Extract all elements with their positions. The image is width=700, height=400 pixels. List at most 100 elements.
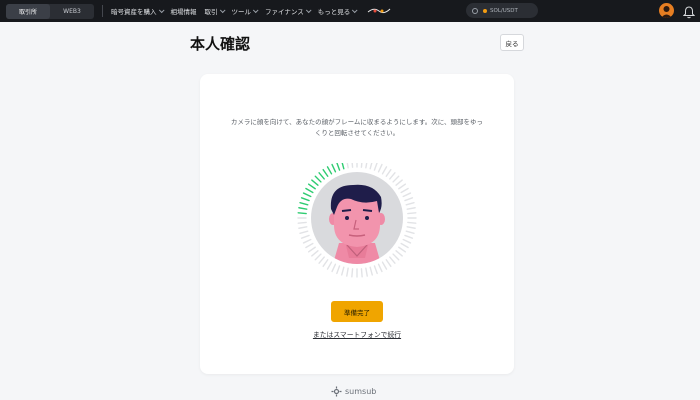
page-title: 本人確認	[190, 35, 251, 53]
ring-tick	[402, 238, 412, 244]
ring-tick	[346, 267, 349, 277]
ring-tick	[302, 192, 312, 198]
nav-trade[interactable]: 取引	[205, 6, 226, 16]
ring-tick	[395, 179, 403, 186]
ring-tick	[326, 261, 333, 270]
liveness-ring	[297, 158, 417, 278]
chevron-down-icon	[158, 7, 165, 14]
ring-tick	[341, 266, 345, 276]
sumsub-logo: sumsub	[331, 386, 376, 397]
ring-tick	[300, 234, 310, 239]
ring-tick	[360, 158, 363, 168]
ring-tick	[402, 192, 412, 198]
ring-tick	[392, 253, 400, 261]
chevron-down-icon	[352, 7, 358, 14]
instruction-text: カメラに顔を向けて、あなたの顔がフレームに収まるようにします。次に、頭部をゆっく…	[230, 118, 484, 137]
chevron-down-icon	[305, 7, 312, 14]
search-icon	[472, 7, 478, 14]
ring-tick	[381, 261, 388, 270]
top-nav: 取引所 WEB3 暗号資産を購入 相場情報 取引 ツール ファイナンス もっと見…	[0, 0, 700, 22]
ready-button[interactable]: 準備完了	[331, 301, 383, 322]
ring-tick	[322, 168, 329, 177]
ring-tick	[298, 207, 308, 210]
nav-more[interactable]: もっと見る	[317, 6, 358, 16]
ring-tick	[369, 160, 373, 170]
ring-tick	[369, 266, 373, 276]
ring-tick	[406, 226, 416, 229]
exchange-switcher: 取引所 WEB3	[6, 3, 94, 19]
ring-tick	[365, 159, 368, 169]
ring-tick	[385, 168, 392, 177]
ring-tick	[302, 238, 312, 244]
promo-logo-icon[interactable]	[366, 6, 392, 16]
ring-tick	[299, 202, 309, 206]
nav-more-label: もっと見る	[317, 8, 351, 16]
ring-tick	[331, 163, 337, 173]
ring-tick	[389, 256, 396, 264]
ring-tick	[407, 212, 417, 215]
market-search-input[interactable]: SOL/USDT	[466, 3, 538, 18]
continue-on-phone-link[interactable]: またはスマートフォンで続行	[305, 329, 409, 339]
coin-icon	[483, 8, 487, 13]
ring-tick	[392, 175, 400, 183]
ring-tick	[405, 230, 415, 234]
ring-tick	[398, 183, 407, 190]
ring-tick	[336, 265, 341, 275]
ring-tick	[400, 187, 409, 194]
ring-tick	[351, 158, 354, 168]
notification-bell-icon[interactable]	[682, 4, 696, 19]
face-illustration-icon	[329, 184, 385, 264]
back-button[interactable]: 戻る	[500, 34, 524, 51]
ring-tick	[311, 250, 319, 257]
ring-tick	[400, 242, 409, 249]
ring-tick	[377, 163, 383, 173]
nav-buy-crypto-label: 暗号資産を購入	[111, 8, 157, 16]
ring-tick	[300, 197, 310, 202]
ring-tick	[298, 226, 308, 229]
ring-tick	[311, 179, 319, 186]
search-pair-text: SOL/USDT	[490, 7, 518, 14]
ring-tick	[336, 161, 341, 171]
sumsub-wordmark: sumsub	[345, 387, 377, 396]
ring-tick	[404, 197, 414, 202]
ring-tick	[297, 212, 307, 215]
ring-tick	[307, 183, 316, 190]
face-capture-frame	[293, 158, 421, 283]
ring-tick	[404, 234, 414, 239]
ring-tick	[346, 159, 349, 169]
ring-tick	[385, 259, 392, 268]
segment-web3[interactable]: WEB3	[50, 4, 94, 19]
nav-finance-label: ファイナンス	[265, 8, 304, 16]
ring-tick	[331, 263, 337, 273]
nav-divider	[102, 5, 103, 17]
ring-tick	[299, 230, 309, 234]
ring-tick	[318, 172, 325, 180]
avatar[interactable]	[659, 3, 674, 18]
ring-tick	[373, 161, 378, 171]
ring-tick	[398, 246, 407, 253]
ring-tick	[341, 160, 345, 170]
nav-markets-label: 相場情報	[170, 8, 197, 16]
ring-tick	[377, 263, 383, 273]
ring-tick	[373, 265, 378, 275]
nav-buy-crypto[interactable]: 暗号資産を購入	[111, 6, 165, 16]
ring-tick	[389, 172, 396, 180]
nav-tools[interactable]: ツール	[232, 6, 259, 16]
ring-tick	[305, 242, 314, 249]
ring-tick	[307, 246, 316, 253]
segment-exchange[interactable]: 取引所	[6, 3, 50, 19]
nav-finance[interactable]: ファイナンス	[265, 6, 312, 16]
nav-markets[interactable]: 相場情報	[171, 6, 197, 16]
ring-tick	[406, 207, 416, 210]
ring-tick	[322, 259, 329, 268]
ring-tick	[318, 256, 325, 264]
ring-tick	[381, 166, 388, 175]
ring-tick	[314, 175, 322, 183]
ring-tick	[360, 268, 363, 278]
ring-tick	[326, 166, 333, 175]
chevron-down-icon	[219, 7, 226, 14]
sumsub-icon	[331, 386, 342, 397]
ring-tick	[365, 267, 368, 277]
ring-tick	[395, 250, 403, 257]
chevron-down-icon	[252, 7, 259, 14]
